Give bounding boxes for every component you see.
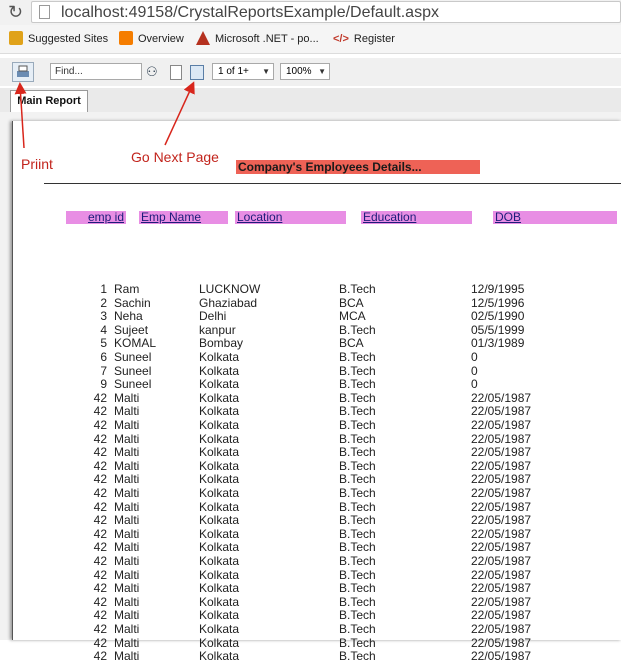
cell-emp-id: 42 [93,649,107,664]
annotation-print: Priint [21,156,53,172]
cell-education: B.Tech [339,649,376,664]
cell-dob: 22/05/1987 [471,649,532,664]
annotation-next-page: Go Next Page [131,149,219,165]
arrow-print [14,82,27,149]
cell-location: Kolkata [199,649,240,664]
table-row: 42 Malti Kolkata B.Tech 22/05/1987 [0,650,621,664]
arrow-next-page [164,81,195,146]
annotation-arrows [14,81,195,149]
cell-emp-name: Malti [114,649,140,664]
